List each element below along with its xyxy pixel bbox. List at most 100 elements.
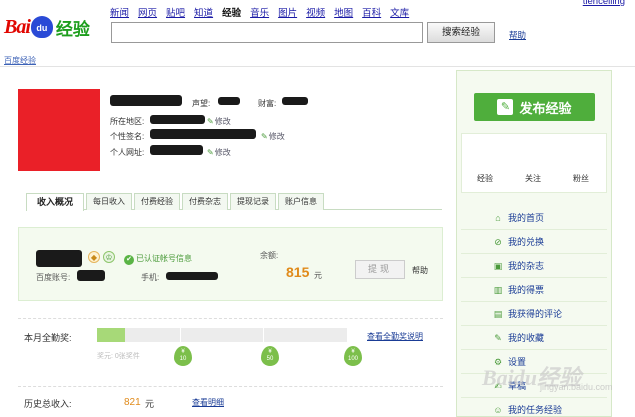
sidebar-item-label: 我的得票 (508, 285, 545, 295)
redacted-prestige (218, 97, 240, 105)
location-label: 所在地区: (110, 117, 145, 126)
signature-label: 个性签名: (110, 132, 145, 141)
redacted-username (110, 95, 182, 106)
favorite-icon: ✎ (494, 332, 502, 343)
progress-tick (180, 328, 181, 342)
milestone-100-icon: ¥100 (344, 346, 362, 366)
topnav-item[interactable]: 经验 (222, 5, 241, 19)
edit-location-link[interactable]: 修改 (207, 116, 231, 127)
topnav-item[interactable]: 地图 (334, 5, 353, 19)
section-divider (18, 386, 443, 387)
chart-icon: ▥ (493, 284, 503, 295)
logo-paw-icon: du (30, 16, 53, 38)
history-detail-link[interactable]: 查看明细 (192, 397, 224, 408)
sidebar-item[interactable]: ▣ 我的杂志 (461, 254, 607, 278)
sidebar-item[interactable]: ▤ 我获得的评论 (461, 302, 607, 326)
home-icon: ⌂ (495, 212, 501, 223)
edit-website-link[interactable]: 修改 (207, 147, 231, 158)
sidebar-item-label: 我的首页 (508, 213, 545, 223)
topnav-item[interactable]: 音乐 (250, 5, 269, 19)
baidu-jingyan-logo[interactable]: Bai du 经验 (4, 12, 90, 42)
tab-2[interactable]: 付费经验 (134, 193, 181, 210)
tab-5[interactable]: 账户信息 (278, 193, 325, 210)
redacted-phone (166, 272, 218, 280)
magazine-icon: ▣ (493, 260, 503, 271)
sidebar-item[interactable]: ✎ 我的收藏 (461, 326, 607, 350)
income-tabs: 收入概况 每日收入 付费经验 付费杂志 提现记录 账户信息 (26, 193, 442, 211)
avatar[interactable] (18, 89, 100, 171)
history-income-unit: 元 (145, 399, 155, 409)
milestone-50-glyph: ¥ (268, 349, 272, 355)
search-button[interactable]: 搜索经验 (427, 22, 495, 43)
logo-text-left: Bai (4, 15, 31, 38)
topnav-item[interactable]: 图片 (278, 5, 297, 19)
attendance-label: 本月全勤奖: (24, 333, 72, 343)
progress-tick (263, 328, 264, 342)
attendance-note: 奖元: 0张奖件 (97, 353, 140, 360)
sidebar-item-label: 我的杂志 (508, 261, 545, 271)
attendance-progress-bar (97, 328, 347, 342)
balance-label: 余额: (260, 251, 279, 260)
tab-0[interactable]: 收入概况 (26, 193, 85, 211)
topnav-item[interactable]: 视频 (306, 5, 325, 19)
income-help-link[interactable]: 帮助 (412, 265, 428, 276)
topnav-item[interactable]: 新闻 (110, 5, 129, 19)
logo-text-right: 经验 (55, 19, 90, 39)
redacted-website (150, 145, 203, 155)
sidebar-item-label: 我的兑换 (508, 237, 545, 247)
account-label: 百度账号: (36, 273, 71, 282)
milestone-10-glyph: ¥ (181, 349, 185, 355)
topnav-item[interactable]: 文库 (390, 5, 409, 19)
wealth-label: 财富: (258, 99, 277, 108)
redacted-location (150, 115, 205, 124)
user-name-link[interactable]: tiencelling (583, 0, 625, 7)
edit-icon: ✎ (497, 99, 514, 115)
tab-4[interactable]: 提现记录 (230, 193, 277, 210)
milestone-10-icon: ¥10 (174, 346, 192, 366)
verified-status[interactable]: 已认证帐号信息 (124, 253, 192, 265)
stat-following[interactable]: 关注 (518, 173, 548, 184)
milestone-100-value: 100 (347, 356, 358, 362)
sidebar-item[interactable]: ☺ 我的任务经验 (461, 398, 607, 417)
history-income-label: 历史总收入: (24, 399, 72, 409)
publish-label: 发布经验 (519, 100, 572, 116)
topnav-item[interactable]: 百科 (362, 5, 381, 19)
phone-label: 手机: (141, 273, 160, 282)
website-label: 个人网址: (110, 148, 145, 157)
history-income-value: 821 (124, 397, 141, 408)
task-icon: ☺ (493, 404, 503, 415)
sidebar-item-label: 我的收藏 (508, 333, 545, 343)
level-badge-icon: ◆ (88, 251, 100, 263)
topnav-item[interactable]: 网页 (138, 5, 157, 19)
balance-value: 815 (286, 264, 310, 280)
redacted-wealth (282, 97, 308, 105)
redacted-account-name (36, 250, 82, 267)
topnav-item[interactable]: 贴吧 (166, 5, 185, 19)
help-link[interactable]: 帮助 (509, 29, 526, 41)
attendance-rules-link[interactable]: 查看全勤奖说明 (367, 331, 423, 342)
tab-3[interactable]: 付费杂志 (182, 193, 229, 210)
comment-icon: ▤ (493, 308, 503, 319)
sidebar-item-label: 我获得的评论 (508, 309, 563, 319)
search-input[interactable] (111, 22, 423, 43)
topnav-item[interactable]: 知道 (194, 5, 213, 19)
withdraw-button[interactable]: 提现 (355, 260, 405, 279)
sidebar-item[interactable]: ▥ 我的得票 (461, 278, 607, 302)
auth-badge-icon: ♔ (103, 251, 115, 263)
edit-signature-link[interactable]: 修改 (261, 131, 285, 142)
header-divider (0, 66, 635, 67)
section-divider (18, 318, 443, 319)
sidebar-item-label: 我的任务经验 (508, 405, 563, 415)
tab-1[interactable]: 每日收入 (86, 193, 133, 210)
stat-followers[interactable]: 粉丝 (566, 173, 596, 184)
redacted-signature (150, 129, 256, 139)
milestone-100-glyph: ¥ (351, 349, 355, 355)
breadcrumb[interactable]: 百度经验 (4, 55, 36, 66)
sidebar-item[interactable]: ⌂ 我的首页 (461, 206, 607, 230)
milestone-10-value: 10 (179, 356, 187, 362)
stat-experience[interactable]: 经验 (470, 173, 500, 184)
redacted-account (77, 270, 105, 281)
balance-unit: 元 (314, 271, 322, 280)
publish-experience-button[interactable]: ✎ 发布经验 (474, 93, 595, 121)
sidebar-item[interactable]: ⊘ 我的兑换 (461, 230, 607, 254)
